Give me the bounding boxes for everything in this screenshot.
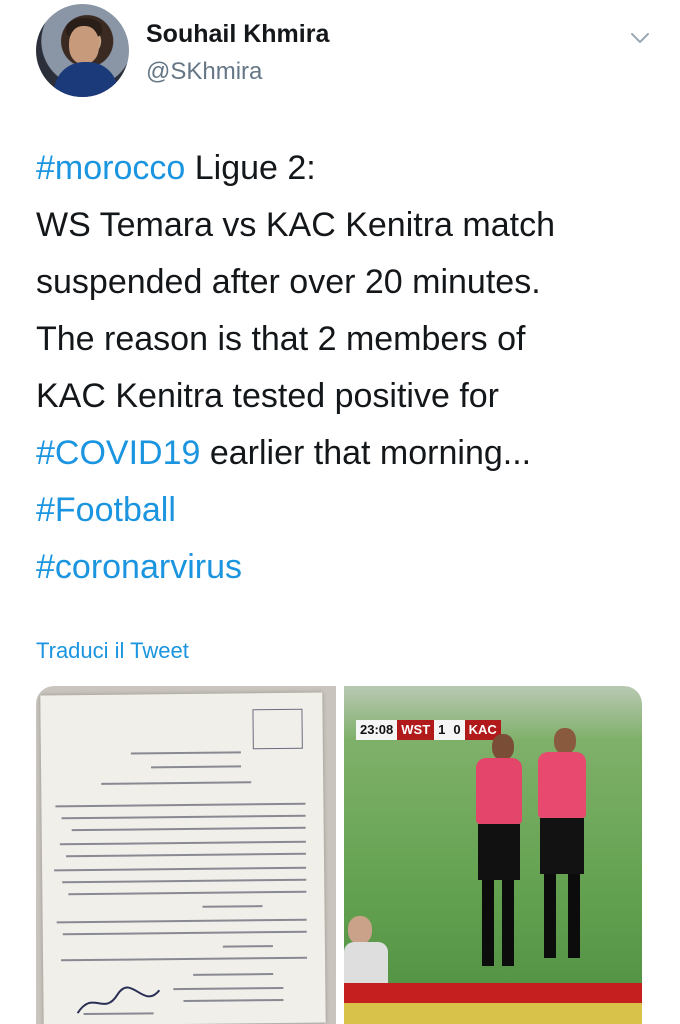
broadcast-ticker xyxy=(344,1003,642,1024)
tweet-text-segment: Ligue 2: xyxy=(185,149,316,187)
tweet-text-segment: suspended after over 20 minutes. xyxy=(36,263,541,301)
tweet-line: suspended after over 20 minutes. xyxy=(36,254,656,311)
tweet-text: #morocco Ligue 2: WS Temara vs KAC Kenit… xyxy=(36,140,656,596)
broadcast-ticker xyxy=(344,983,642,1003)
tweet-text-segment: earlier that morning... xyxy=(200,434,532,472)
tweet-header: Souhail Khmira @SKhmira xyxy=(36,4,656,100)
tweet-line: The reason is that 2 members of xyxy=(36,311,656,368)
author-handle[interactable]: @SKhmira xyxy=(146,58,262,86)
chevron-down-icon[interactable] xyxy=(628,26,652,50)
tweet-text-segment: The reason is that 2 members of xyxy=(36,320,526,358)
hashtag-link[interactable]: #coronarvirus xyxy=(36,548,242,586)
signature-icon xyxy=(76,986,161,1014)
hashtag-link[interactable]: #morocco xyxy=(36,149,185,187)
match-clock: 23:08 xyxy=(356,720,398,740)
tweet-line: #coronarvirus xyxy=(36,539,656,596)
referee-figure xyxy=(532,728,596,978)
media-grid: 23:08 WST 1 0 KAC xyxy=(36,686,642,1024)
avatar[interactable] xyxy=(36,4,129,97)
tweet-line: #COVID19 earlier that morning... xyxy=(36,425,656,482)
home-score: 1 xyxy=(434,720,450,740)
hashtag-link[interactable]: #COVID19 xyxy=(36,434,200,472)
tweet-line: #morocco Ligue 2: xyxy=(36,140,656,197)
tweet-text-segment: KAC Kenitra tested positive for xyxy=(36,377,500,415)
home-team: WST xyxy=(397,720,435,740)
tweet-line: #Football xyxy=(36,482,656,539)
document-photo[interactable] xyxy=(36,686,336,1024)
person-figure xyxy=(344,916,388,986)
author-name[interactable]: Souhail Khmira xyxy=(146,20,329,49)
away-score: 0 xyxy=(449,720,465,740)
match-photo[interactable]: 23:08 WST 1 0 KAC xyxy=(344,686,642,1024)
translate-tweet-link[interactable]: Traduci il Tweet xyxy=(36,638,189,664)
hashtag-link[interactable]: #Football xyxy=(36,491,176,529)
document-paper xyxy=(40,692,326,1024)
tweet-text-segment: WS Temara vs KAC Kenitra match xyxy=(36,206,555,244)
tweet-line: KAC Kenitra tested positive for xyxy=(36,368,656,425)
tweet-line: WS Temara vs KAC Kenitra match xyxy=(36,197,656,254)
referee-figure xyxy=(468,734,528,984)
